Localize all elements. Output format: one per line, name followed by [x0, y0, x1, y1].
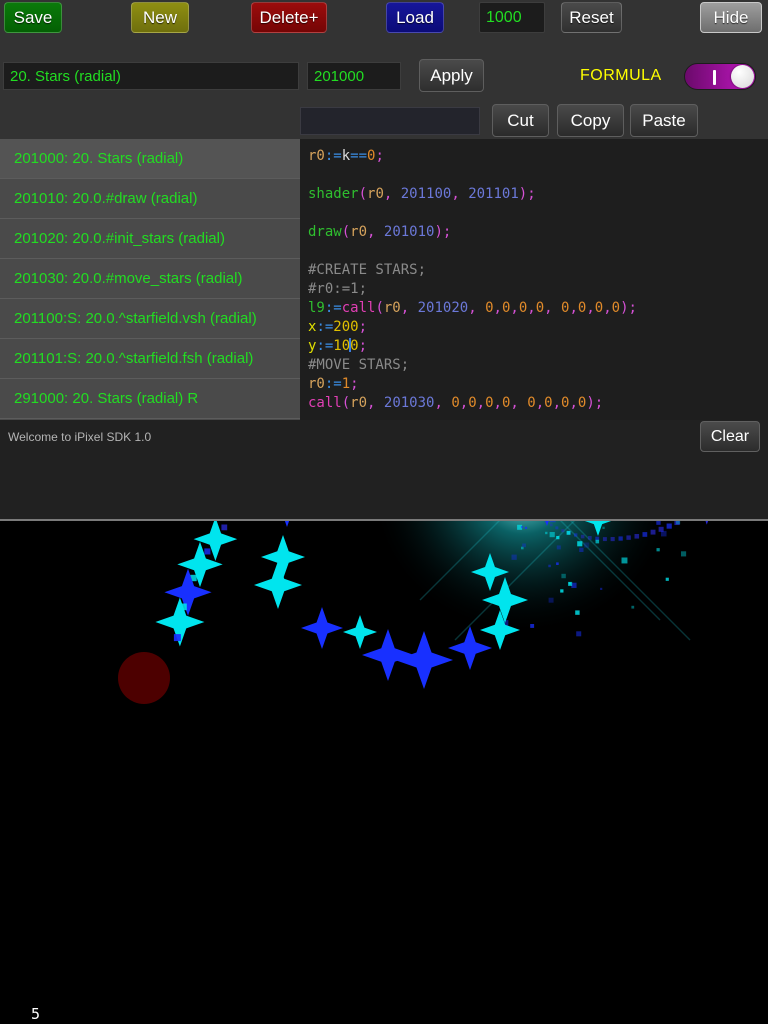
code-editor[interactable]: r0:=k==0; shader(r0, 201100, 201101); dr… — [300, 139, 768, 420]
list-item[interactable]: 201030: 20.0.#move_stars (radial) — [0, 259, 300, 299]
code-line: draw(r0, 201010); — [308, 224, 452, 240]
formula-toggle[interactable] — [684, 63, 756, 90]
code-line: #r0:=1; — [308, 281, 368, 297]
toggle-knob — [731, 65, 754, 88]
clear-console-button[interactable]: Clear — [700, 421, 760, 452]
delete-button[interactable]: Delete+ — [251, 2, 327, 33]
steps-input[interactable]: 1000 — [479, 2, 545, 33]
toggle-on-bar — [713, 70, 716, 85]
list-item[interactable]: 291000: 20. Stars (radial) R — [0, 379, 300, 419]
virtual-joystick-button[interactable] — [118, 652, 170, 704]
stats-overlay: 5 0.018 50.0 — [4, 972, 70, 1024]
stat-frame-count: 5 — [31, 1005, 43, 1023]
apply-button[interactable]: Apply — [419, 59, 484, 92]
code-line: call(r0, 201030, 0,0,0,0, 0,0,0,0); — [308, 395, 604, 411]
list-item-label: 201020: 20.0.#init_stars (radial) — [14, 230, 225, 247]
program-name-input[interactable]: 20. Stars (radial) — [3, 62, 299, 90]
list-item[interactable]: 201100:S: 20.0.^starfield.vsh (radial) — [0, 299, 300, 339]
code-line: l9:=call(r0, 201020, 0,0,0,0, 0,0,0,0); — [308, 300, 637, 316]
ui-panel: Save New Delete+ Load 1000 Reset Hide 20… — [0, 0, 768, 521]
hide-button[interactable]: Hide — [700, 2, 762, 33]
paste-button[interactable]: Paste — [630, 104, 698, 137]
list-item-label: 291000: 20. Stars (radial) R — [14, 390, 199, 407]
code-line: shader(r0, 201100, 201101); — [308, 186, 536, 202]
program-list[interactable]: 201000: 20. Stars (radial) 201010: 20.0.#… — [0, 139, 300, 420]
list-item-label: 201100:S: 20.0.^starfield.vsh (radial) — [14, 310, 257, 327]
program-id-input[interactable]: 201000 — [307, 62, 401, 90]
new-button[interactable]: New — [131, 2, 189, 33]
formula-label: FORMULA — [580, 67, 662, 84]
code-line: r0:=1; — [308, 376, 359, 392]
console-panel: Welcome to iPixel SDK 1.0 — [0, 420, 768, 520]
list-item[interactable]: 201020: 20.0.#init_stars (radial) — [0, 219, 300, 259]
code-line: #CREATE STARS; — [308, 262, 427, 278]
list-item-label: 201030: 20.0.#move_stars (radial) — [14, 270, 243, 287]
load-button[interactable]: Load — [386, 2, 444, 33]
list-item-label: 201010: 20.0.#draw (radial) — [14, 190, 198, 207]
clipboard-row: Cut Copy Paste — [0, 100, 768, 142]
list-item[interactable]: 201000: 20. Stars (radial) — [0, 139, 300, 179]
panel-divider — [0, 519, 768, 521]
code-line: y:=100; — [308, 338, 368, 354]
code-line: x:=200; — [308, 319, 368, 335]
app-root: 5 0.018 50.0 Save New Delete+ Load 1000 … — [0, 0, 768, 1024]
reset-button[interactable]: Reset — [561, 2, 622, 33]
clipboard-input[interactable] — [300, 107, 480, 135]
save-button[interactable]: Save — [4, 2, 62, 33]
list-item[interactable]: 201101:S: 20.0.^starfield.fsh (radial) — [0, 339, 300, 379]
cut-button[interactable]: Cut — [492, 104, 549, 137]
code-line: #MOVE STARS; — [308, 357, 410, 373]
toolbar: Save New Delete+ Load 1000 Reset Hide — [0, 0, 768, 55]
code-line: r0:=k==0; — [308, 148, 384, 164]
console-message: Welcome to iPixel SDK 1.0 — [8, 430, 152, 444]
copy-button[interactable]: Copy — [557, 104, 624, 137]
list-item-label: 201000: 20. Stars (radial) — [14, 150, 184, 167]
list-item-label: 201101:S: 20.0.^starfield.fsh (radial) — [14, 350, 254, 367]
list-item[interactable]: 201010: 20.0.#draw (radial) — [0, 179, 300, 219]
